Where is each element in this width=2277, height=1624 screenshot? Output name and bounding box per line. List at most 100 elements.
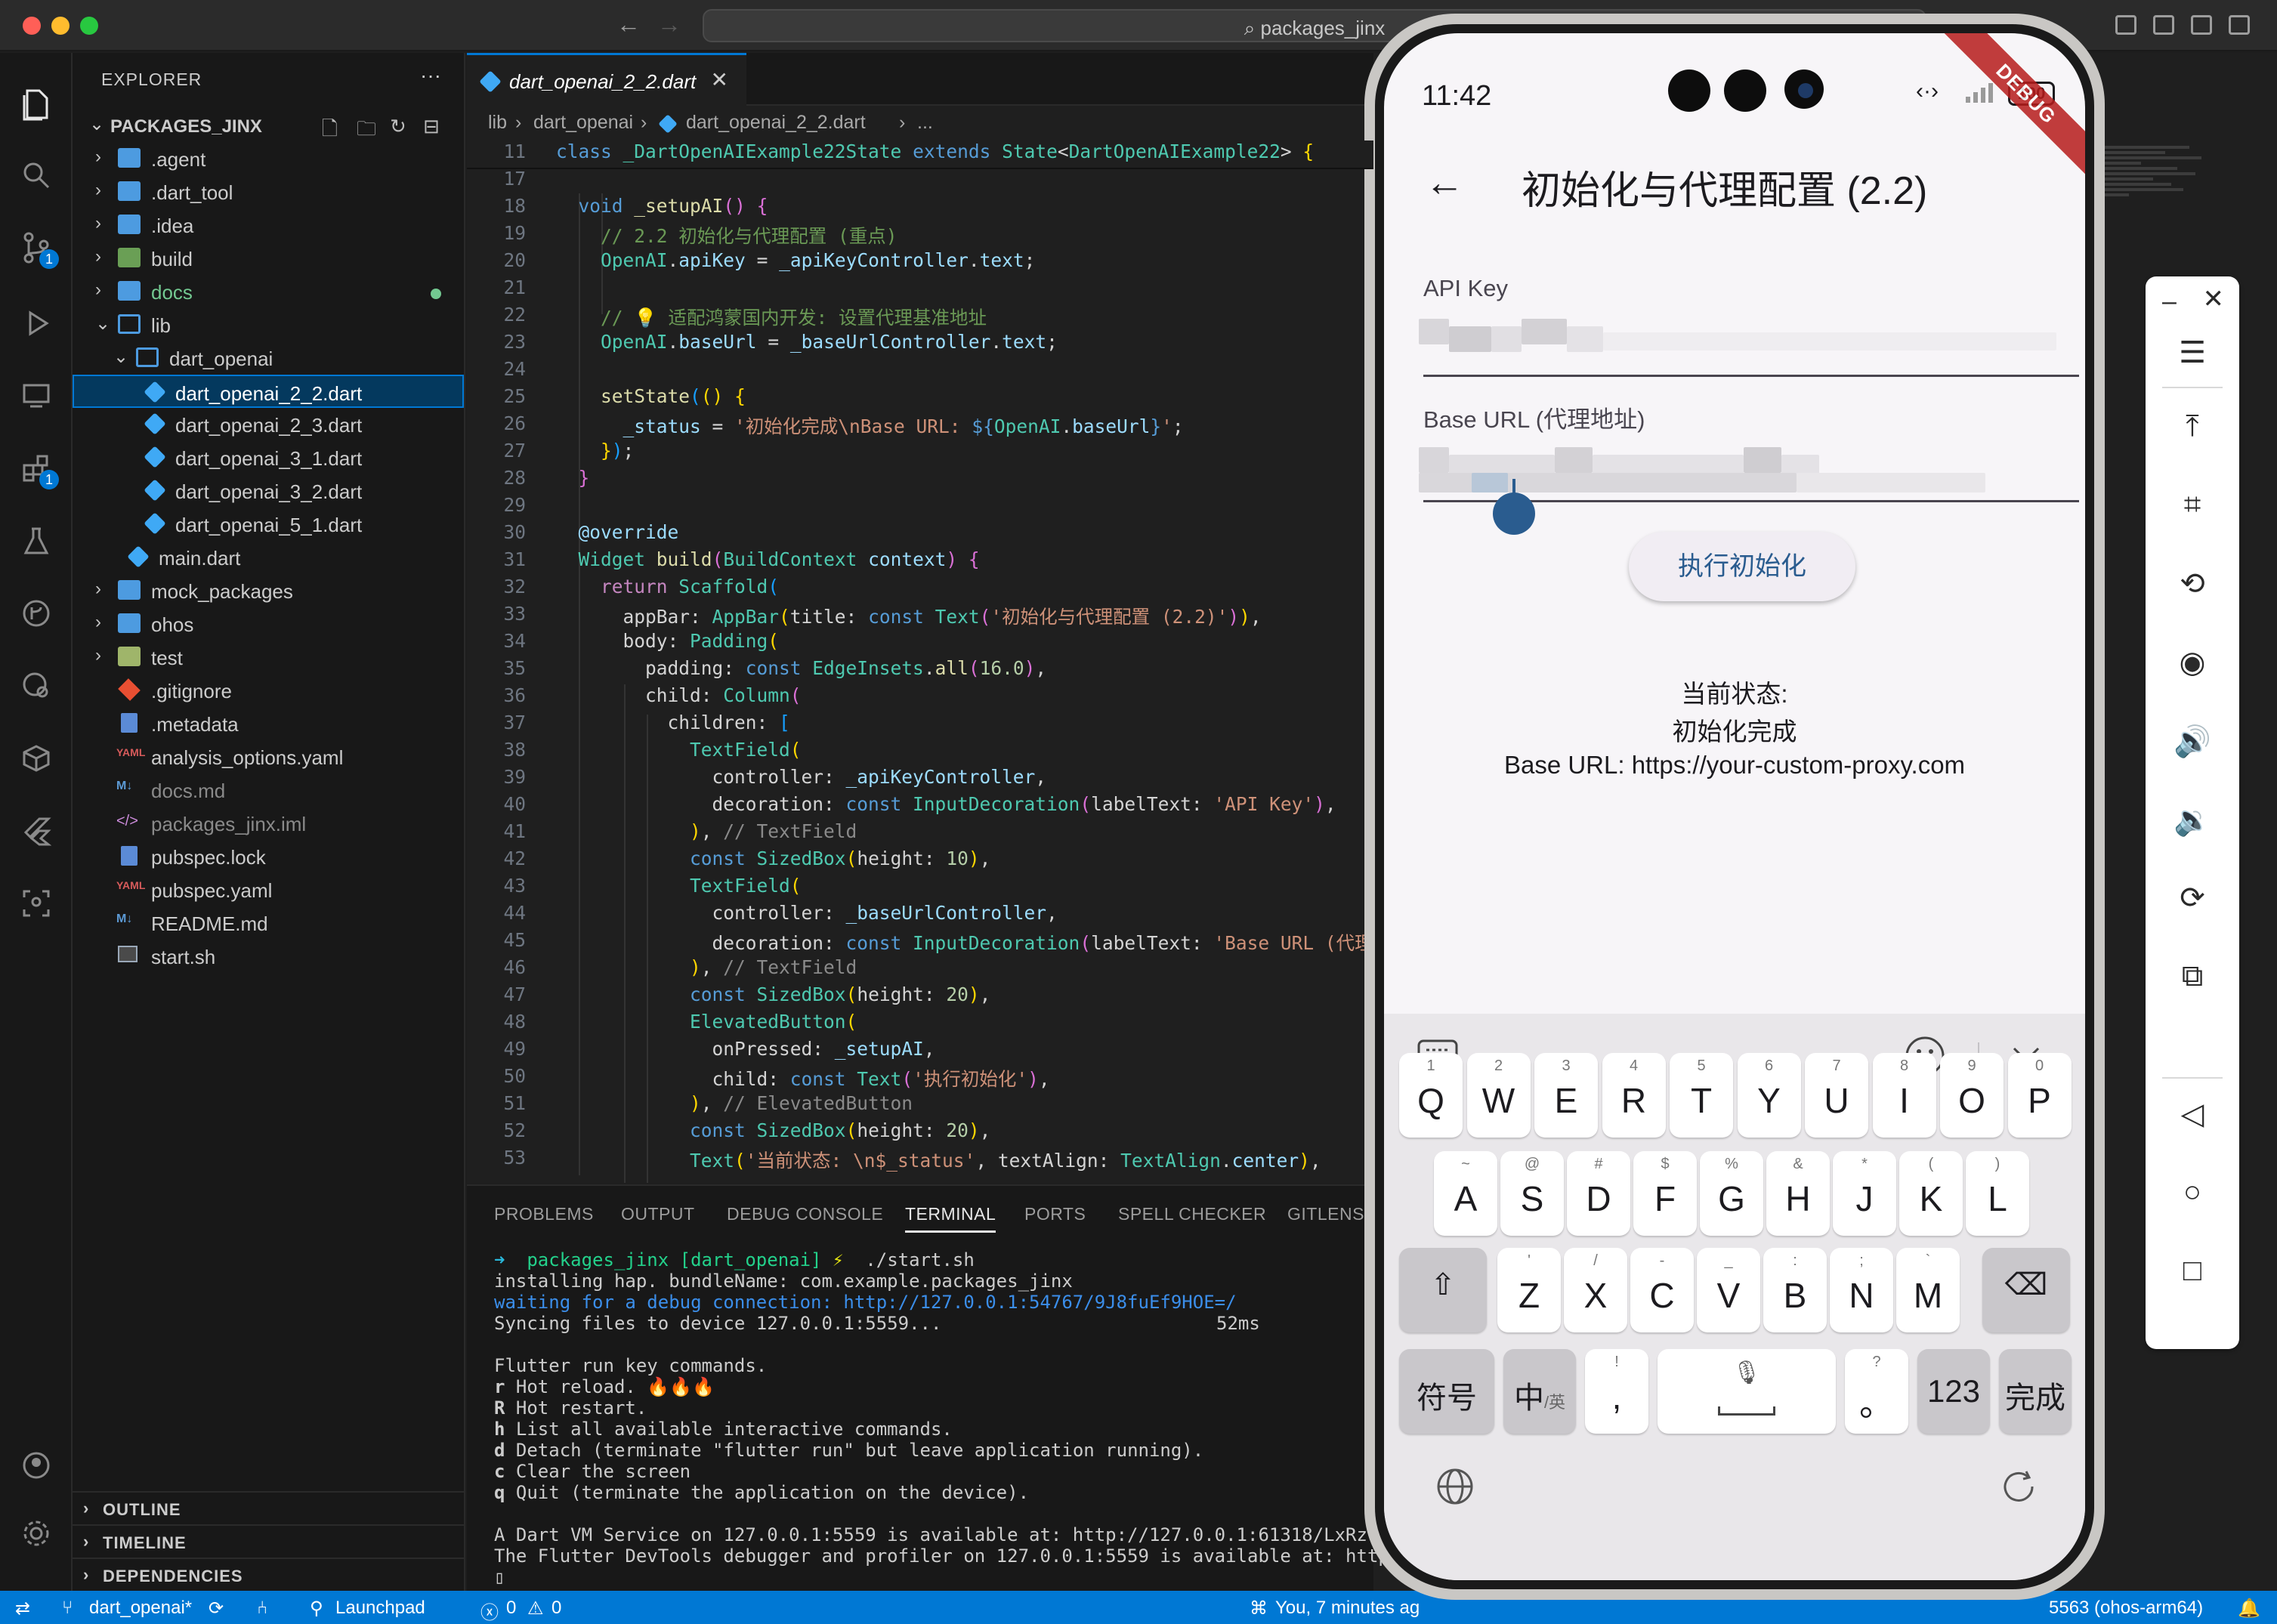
menu-icon[interactable]: ☰ — [2146, 335, 2239, 370]
git-blame-label[interactable]: You, 7 minutes ag — [1275, 1598, 1420, 1619]
done-key[interactable]: 完成 — [1999, 1349, 2072, 1434]
notifications-bell-icon[interactable]: 🔔 — [2238, 1598, 2260, 1619]
code-editor[interactable]: 16 TextEditingController(text: 'https://… — [467, 140, 1373, 1183]
backspace-key[interactable]: ⌫ — [1982, 1248, 2070, 1332]
flutter-icon[interactable] — [18, 813, 54, 849]
tree-folder-agent[interactable]: › .agent — [73, 142, 464, 175]
volume-down-icon[interactable]: 🔉 — [2146, 802, 2239, 838]
breadcrumb-item[interactable]: dart_openai_2_2.dart — [686, 112, 866, 134]
key-n[interactable]: ; N — [1830, 1248, 1893, 1332]
back-arrow-icon[interactable]: ← — [616, 11, 641, 39]
tree-file-packages-iml[interactable]: </> packages_jinx.iml — [73, 807, 464, 840]
tree-folder-ohos[interactable]: › ohos — [73, 607, 464, 641]
outline-section[interactable]: › OUTLINE — [73, 1491, 464, 1524]
timeline-section[interactable]: › TIMELINE — [73, 1524, 464, 1558]
forward-arrow-icon[interactable]: → — [657, 11, 681, 39]
tree-folder-dart-tool[interactable]: › .dart_tool — [73, 175, 464, 208]
git-graph-status-icon[interactable]: ⑃ — [257, 1598, 267, 1619]
key-h[interactable]: & H — [1766, 1151, 1830, 1236]
key-s[interactable]: @ S — [1500, 1151, 1564, 1236]
tree-file-analysis-options[interactable]: YAML analysis_options.yaml — [73, 740, 464, 773]
breadcrumb-item[interactable]: ... — [917, 112, 933, 134]
tab-dart-openai-2-2[interactable]: dart_openai_2_2.dart ✕ — [467, 53, 746, 106]
key-v[interactable]: _ V — [1697, 1248, 1760, 1332]
key-g[interactable]: % G — [1700, 1151, 1763, 1236]
close-emulator-icon[interactable]: ✕ — [2146, 284, 2239, 314]
settings-gear-icon[interactable] — [18, 1515, 54, 1551]
explorer-icon[interactable] — [18, 86, 54, 122]
breadcrumb-item[interactable]: dart_openai — [533, 112, 633, 134]
key-w[interactable]: 2W — [1466, 1053, 1531, 1138]
key-l[interactable]: ) L — [1966, 1151, 2029, 1236]
text-selection-handle[interactable] — [1493, 479, 1535, 535]
workspace-root[interactable]: ⌄ PACKAGES_JINX 🗋 🗀 ↻ ⊟ — [80, 109, 458, 142]
tree-file-dart-openai-5-1[interactable]: dart_openai_5_1.dart — [73, 508, 464, 541]
tree-file-dart-openai-3-1[interactable]: dart_openai_3_1.dart — [73, 441, 464, 474]
minimap[interactable] — [2093, 144, 2214, 295]
minimize-window-button[interactable] — [51, 17, 70, 35]
shift-key[interactable]: ⇧ — [1399, 1248, 1487, 1332]
close-window-button[interactable] — [23, 17, 41, 35]
key-b[interactable]: :B — [1763, 1248, 1827, 1332]
warning-count[interactable]: 0 — [551, 1598, 561, 1619]
panel-tab-debug-console[interactable]: DEBUG CONSOLE — [727, 1204, 883, 1224]
packages-icon[interactable] — [18, 740, 54, 776]
tree-folder-test[interactable]: › test — [73, 641, 464, 674]
scan-icon[interactable] — [18, 885, 54, 922]
launchpad-label[interactable]: Launchpad — [335, 1598, 425, 1619]
key-k[interactable]: (K — [1899, 1151, 1963, 1236]
collapse-all-icon[interactable]: ⊟ — [423, 115, 440, 138]
error-count[interactable]: 0 — [506, 1598, 516, 1619]
key-r[interactable]: 4R — [1602, 1053, 1666, 1138]
search-icon[interactable] — [18, 157, 54, 193]
more-actions-icon[interactable]: ··· — [420, 63, 441, 88]
tree-file-start-sh[interactable]: start.sh — [73, 940, 464, 973]
remote-indicator-icon[interactable]: ⇄ — [15, 1598, 30, 1619]
keyboard-refresh-icon[interactable] — [1999, 1467, 2038, 1510]
tree-file-docs-md[interactable]: M↓ docs.md — [73, 773, 464, 807]
nav-home-circle-icon[interactable]: ○ — [2146, 1175, 2239, 1209]
tree-file-main-dart[interactable]: main.dart — [73, 541, 464, 574]
key-m[interactable]: ` M — [1896, 1248, 1960, 1332]
maximize-window-button[interactable] — [80, 17, 98, 35]
toggle-secondary-sidebar-icon[interactable] — [2229, 15, 2250, 35]
panel-tab-problems[interactable]: PROBLEMS — [494, 1204, 594, 1224]
tree-file-pubspec-lock[interactable]: pubspec.lock — [73, 840, 464, 873]
dependencies-section[interactable]: › DEPENDENCIES — [73, 1558, 464, 1591]
panel-tab-gitlens[interactable]: GITLENS — [1287, 1204, 1364, 1224]
symbols-key[interactable]: 符号 — [1399, 1349, 1494, 1434]
key-f[interactable]: $ F — [1633, 1151, 1697, 1236]
tree-file-dart-openai-2-3[interactable]: dart_openai_2_3.dart — [73, 408, 464, 441]
nav-back-triangle-icon[interactable]: ◁ — [2146, 1097, 2239, 1132]
breadcrumb-item[interactable]: lib — [488, 112, 507, 134]
toggle-panel-icon[interactable] — [2191, 15, 2212, 35]
tree-file-readme[interactable]: M↓ README.md — [73, 906, 464, 940]
testing-icon[interactable] — [18, 523, 54, 559]
comma-key[interactable]: !, — [1585, 1349, 1648, 1434]
space-key[interactable]: 🎙 — [1658, 1349, 1836, 1434]
key-y[interactable]: 6Y — [1737, 1053, 1801, 1138]
numbers-key[interactable]: 123 — [1917, 1349, 1990, 1434]
period-key[interactable]: ?。 — [1845, 1349, 1908, 1434]
fold-device-icon[interactable]: ⧉ — [2146, 959, 2239, 993]
terminal[interactable]: ➜ packages_jinx [dart_openai] ⚡ ./start.… — [494, 1249, 1400, 1588]
panel-tab-ports[interactable]: PORTS — [1024, 1204, 1086, 1224]
tree-folder-lib[interactable]: ⌄ lib — [73, 308, 464, 341]
tree-folder-idea[interactable]: › .idea — [73, 208, 464, 242]
globe-icon[interactable] — [1435, 1467, 1475, 1510]
key-q[interactable]: 1Q — [1399, 1053, 1463, 1138]
tree-file-dart-openai-2-2[interactable]: dart_openai_2_2.dart — [73, 375, 464, 408]
key-e[interactable]: 3E — [1534, 1053, 1598, 1138]
panel-tab-output[interactable]: OUTPUT — [621, 1204, 695, 1224]
refresh-icon[interactable]: ↻ — [390, 115, 406, 138]
gitlens-icon[interactable] — [18, 668, 54, 704]
key-p[interactable]: 0P — [2007, 1053, 2072, 1138]
key-o[interactable]: 9O — [1940, 1053, 2004, 1138]
branch-label[interactable]: dart_openai* — [89, 1598, 192, 1619]
account-icon[interactable] — [18, 1447, 54, 1484]
key-i[interactable]: 8I — [1872, 1053, 1936, 1138]
tree-file-metadata[interactable]: .metadata — [73, 707, 464, 740]
key-z[interactable]: ' Z — [1497, 1248, 1561, 1332]
init-button[interactable]: 执行初始化 — [1629, 532, 1855, 601]
pin-top-icon[interactable]: ⤒ — [2146, 409, 2239, 443]
